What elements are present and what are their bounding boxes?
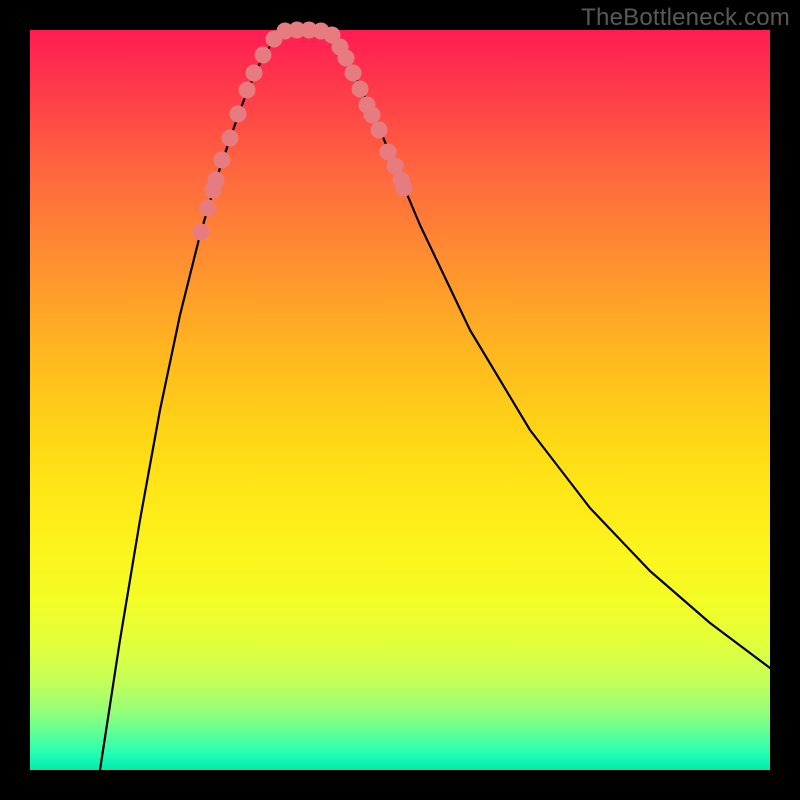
chart-frame: TheBottleneck.com <box>0 0 800 800</box>
data-dot <box>396 180 413 197</box>
data-dot <box>345 65 362 82</box>
data-dot <box>208 172 225 189</box>
data-dot <box>230 106 247 123</box>
data-dot <box>193 224 210 241</box>
bottleneck-curve <box>100 30 770 770</box>
data-dot <box>239 82 256 99</box>
data-dot <box>364 107 381 124</box>
data-dot <box>222 130 239 147</box>
plot-area <box>30 30 770 770</box>
data-dot <box>338 50 355 67</box>
data-dot <box>371 122 388 139</box>
watermark-text: TheBottleneck.com <box>581 4 790 32</box>
data-dot <box>246 65 263 82</box>
data-dots <box>193 22 413 241</box>
data-dot <box>352 81 369 98</box>
data-dot <box>200 200 217 217</box>
data-dot <box>214 152 231 169</box>
curve-svg <box>30 30 770 770</box>
data-dot <box>255 47 272 64</box>
